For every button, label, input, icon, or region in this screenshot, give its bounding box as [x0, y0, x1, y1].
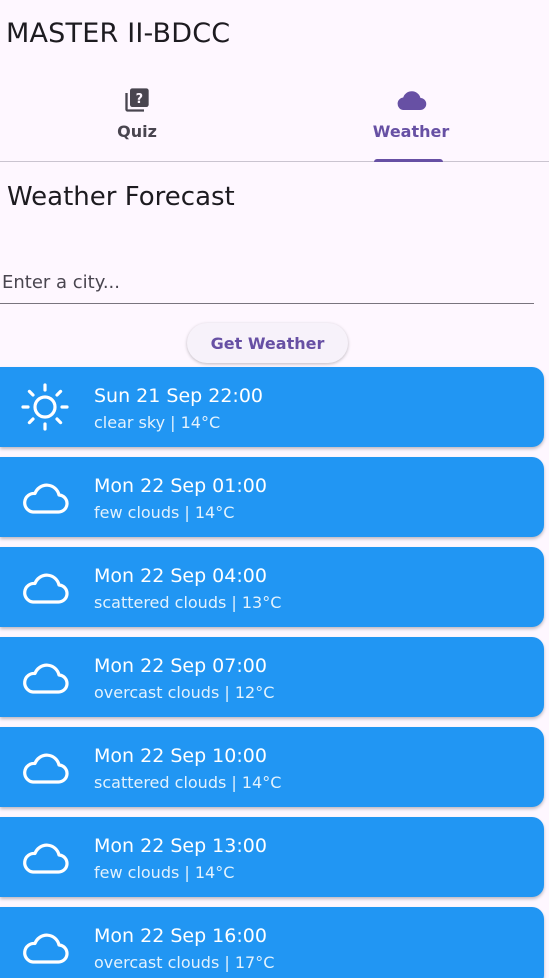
- forecast-summary: overcast clouds | 17°C: [94, 953, 275, 972]
- forecast-time: Mon 22 Sep 13:00: [94, 835, 267, 857]
- get-weather-button[interactable]: Get Weather: [187, 323, 348, 363]
- forecast-summary: clear sky | 14°C: [94, 413, 221, 432]
- forecast-time: Sun 21 Sep 22:00: [94, 385, 264, 407]
- tab-bar: ? Quiz Weather: [0, 80, 549, 162]
- forecast-summary: scattered clouds | 13°C: [94, 593, 282, 612]
- sun-icon: [19, 382, 71, 432]
- forecast-summary: few clouds | 14°C: [94, 863, 235, 882]
- forecast-time: Mon 22 Sep 16:00: [94, 925, 267, 947]
- forecast-summary: few clouds | 14°C: [94, 503, 235, 522]
- forecast-list: Sun 21 Sep 22:00 clear sky | 14°C Mon 22…: [0, 367, 549, 978]
- cloud-icon: [395, 86, 427, 114]
- forecast-summary: scattered clouds | 14°C: [94, 773, 282, 792]
- cloud-icon: [19, 472, 71, 522]
- cloud-icon: [19, 922, 71, 972]
- cloud-icon: [19, 562, 71, 612]
- forecast-card[interactable]: Mon 22 Sep 13:00 few clouds | 14°C: [0, 817, 544, 897]
- page-title: Weather Forecast: [7, 182, 235, 212]
- cloud-icon: [19, 832, 71, 882]
- forecast-time: Mon 22 Sep 07:00: [94, 655, 267, 677]
- forecast-card[interactable]: Mon 22 Sep 16:00 overcast clouds | 17°C: [0, 907, 544, 978]
- forecast-summary: overcast clouds | 12°C: [94, 683, 275, 702]
- tab-weather-label: Weather: [372, 122, 450, 141]
- forecast-card[interactable]: Mon 22 Sep 04:00 scattered clouds | 13°C: [0, 547, 544, 627]
- city-search-input[interactable]: [0, 262, 534, 304]
- cloud-icon: [19, 652, 71, 702]
- cloud-icon: [19, 742, 71, 792]
- forecast-card[interactable]: Mon 22 Sep 01:00 few clouds | 14°C: [0, 457, 544, 537]
- forecast-card[interactable]: Mon 22 Sep 07:00 overcast clouds | 12°C: [0, 637, 544, 717]
- app-title: MASTER II-BDCC: [6, 18, 231, 49]
- forecast-card[interactable]: Sun 21 Sep 22:00 clear sky | 14°C: [0, 367, 544, 447]
- tab-indicator: [374, 159, 443, 162]
- tab-quiz-label: Quiz: [117, 122, 157, 141]
- forecast-time: Mon 22 Sep 10:00: [94, 745, 267, 767]
- forecast-time: Mon 22 Sep 04:00: [94, 565, 267, 587]
- forecast-time: Mon 22 Sep 01:00: [94, 475, 267, 497]
- tab-quiz[interactable]: ? Quiz: [0, 80, 274, 161]
- tab-weather[interactable]: Weather: [274, 80, 548, 162]
- forecast-card[interactable]: Mon 22 Sep 10:00 scattered clouds | 14°C: [0, 727, 544, 807]
- svg-text:?: ?: [136, 92, 143, 107]
- quiz-icon: ?: [123, 86, 151, 114]
- app-screen: MASTER II-BDCC ? Quiz Weather Weather Fo…: [0, 0, 549, 978]
